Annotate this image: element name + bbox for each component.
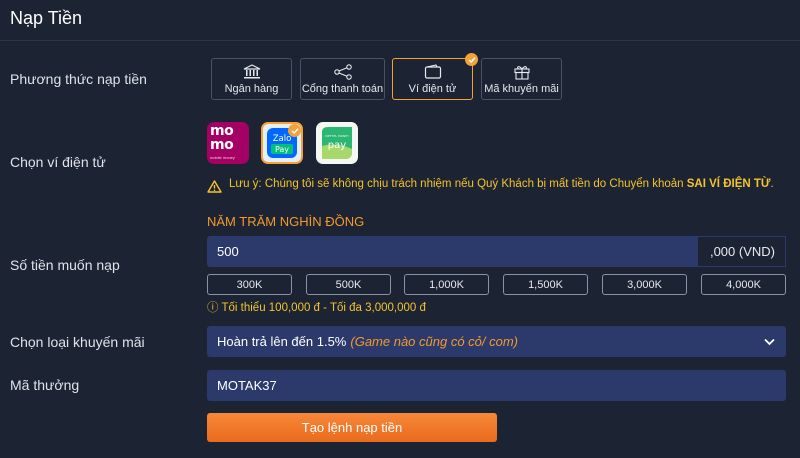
amount-suffix: ,000 (VND): [698, 236, 786, 267]
method-gateway-button[interactable]: Cổng thanh toán: [300, 58, 385, 100]
method-ewallet-button[interactable]: Ví điện tử: [392, 53, 478, 100]
amount-in-words: NĂM TRĂM NGHÌN ĐỒNG: [207, 214, 365, 229]
promo-label: Chọn loại khuyến mãi: [10, 334, 145, 350]
svg-text:Zalo: Zalo: [273, 134, 292, 144]
momo-logo-sub: mobile money: [210, 155, 235, 160]
selected-check-icon: [465, 53, 478, 66]
wallet-zalopay-option[interactable]: Zalo Pay: [261, 122, 303, 164]
submit-deposit-button[interactable]: Tạo lệnh nạp tiền: [207, 413, 497, 442]
gift-icon: [513, 64, 531, 80]
selected-check-icon: [288, 124, 301, 137]
warning-suffix: .: [770, 178, 774, 190]
quick-amount-4000k-button[interactable]: 4,000K: [701, 274, 786, 295]
warning-icon: [207, 180, 222, 197]
warning-emphasis: SAI VÍ ĐIỆN TỪ: [686, 178, 771, 190]
chevron-down-icon: [763, 335, 776, 351]
promo-note: (Game nào cũng có cỏ/ com): [350, 334, 519, 349]
viettelpay-logo: VIETTEL MONEY pay: [322, 127, 352, 159]
share-nodes-icon: [333, 63, 352, 80]
method-promo-button[interactable]: Mã khuyến mãi: [481, 58, 562, 100]
title-divider: [0, 40, 800, 41]
bank-icon: [243, 63, 261, 80]
amount-label: Số tiền muốn nạp: [10, 257, 120, 273]
quick-amount-1500k-button[interactable]: 1,500K: [503, 274, 588, 295]
bonus-code-input[interactable]: MOTAK37: [207, 370, 786, 401]
method-ewallet-label: Ví điện tử: [408, 82, 457, 95]
method-gateway-label: Cổng thanh toán: [301, 82, 384, 95]
method-bank-button[interactable]: Ngân hàng: [211, 58, 292, 100]
page-title: Nạp Tiền: [10, 8, 83, 28]
amount-value: 500: [217, 244, 239, 259]
method-promo-label: Mã khuyến mãi: [484, 82, 559, 95]
amount-limit-note: ⓘ Tối thiểu 100,000 đ - Tối đa 3,000,000…: [207, 302, 426, 314]
promo-select[interactable]: Hoàn trả lên đến 1.5% (Game nào cũng có …: [207, 326, 786, 357]
quick-amount-3000k-button[interactable]: 3,000K: [602, 274, 687, 295]
quick-amount-1000k-button[interactable]: 1,000K: [404, 274, 489, 295]
wallet-viettelpay-option[interactable]: VIETTEL MONEY pay: [316, 122, 358, 164]
promo-value: Hoàn trả lên đến 1.5%: [217, 334, 347, 349]
quick-amount-300k-button[interactable]: 300K: [207, 274, 292, 295]
svg-text:Pay: Pay: [275, 145, 289, 154]
svg-text:VIETTEL MONEY: VIETTEL MONEY: [325, 134, 349, 138]
momo-logo: mo mo: [210, 123, 234, 153]
method-bank-label: Ngân hàng: [224, 82, 279, 95]
amount-input[interactable]: 500 ,000 (VND): [207, 236, 786, 267]
method-label: Phương thức nạp tiền: [10, 71, 147, 87]
svg-text:pay: pay: [328, 140, 346, 151]
warning-text: Lưu ý: Chúng tôi sẽ không chịu trách nhi…: [229, 178, 687, 190]
wallet-momo-option[interactable]: mo mo mobile money: [207, 122, 249, 164]
code-label: Mã thưởng: [10, 377, 80, 393]
bonus-code-value: MOTAK37: [217, 378, 277, 393]
wallet-icon: [424, 63, 442, 80]
quick-amount-500k-button[interactable]: 500K: [306, 274, 391, 295]
wallet-label: Chọn ví điện tử: [10, 154, 106, 170]
